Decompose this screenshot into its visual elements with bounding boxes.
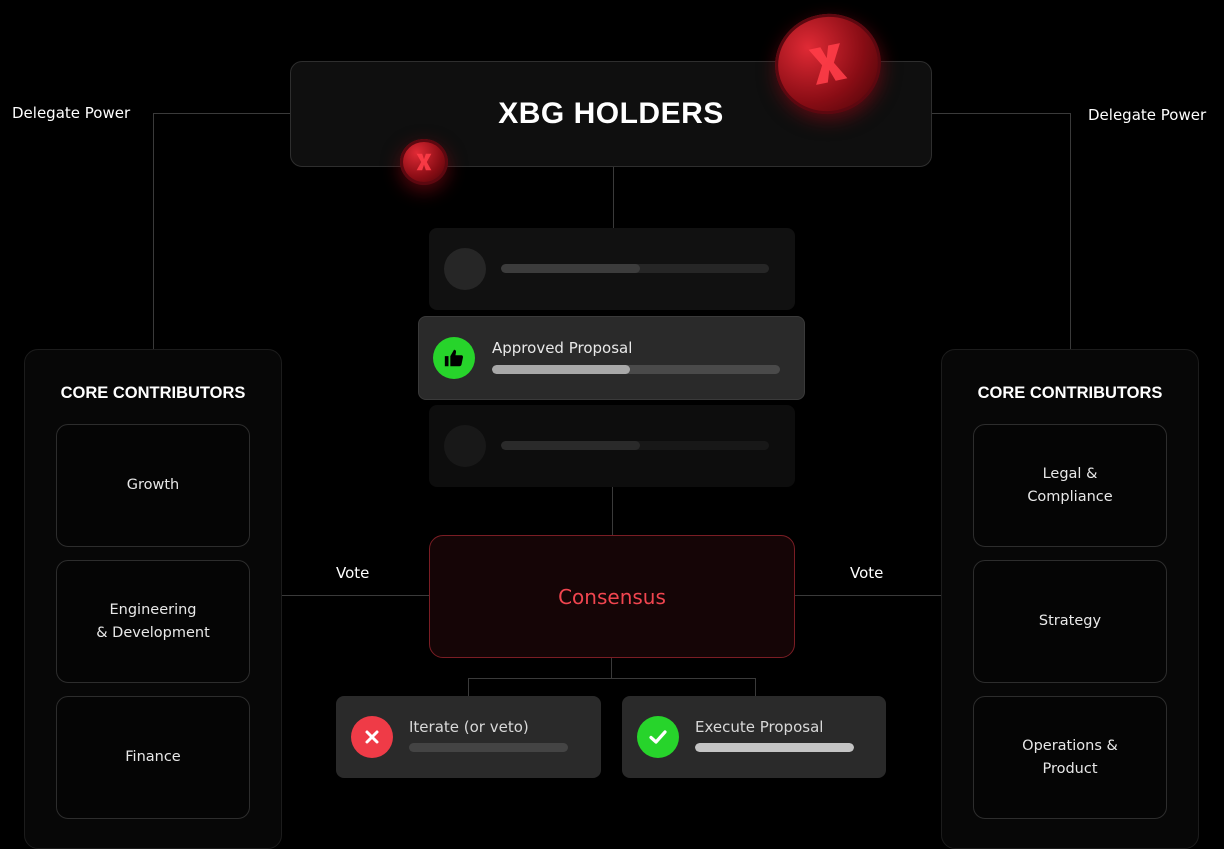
iterate-card: Iterate (or veto) — [336, 696, 601, 778]
avatar-placeholder — [444, 248, 486, 290]
progress-fill — [501, 264, 641, 273]
execute-card: Execute Proposal — [622, 696, 886, 778]
approved-proposal-progress-bar — [492, 365, 780, 374]
dept-growth: Growth — [56, 424, 250, 547]
approved-proposal-card: Approved Proposal — [418, 316, 805, 400]
placeholder-progress-bar — [501, 441, 769, 450]
connector-holders-down — [613, 167, 614, 228]
connector-consensus-down — [611, 658, 612, 678]
panel-title: CORE CONTRIBUTORS — [977, 384, 1163, 402]
connector-branch-horizontal — [468, 678, 756, 679]
delegate-power-left-label: Delegate Power — [12, 104, 131, 122]
connector-right-top — [932, 113, 1071, 114]
connector-vote-right — [795, 595, 941, 596]
xbg-coin-small-icon — [400, 139, 448, 185]
dept-strategy: Strategy — [973, 560, 1167, 683]
avatar-placeholder — [444, 425, 486, 467]
vote-left-label: Vote — [336, 564, 370, 582]
dept-engineering: Engineering & Development — [56, 560, 250, 683]
core-contributors-left-panel: CORE CONTRIBUTORS Growth Engineering & D… — [24, 349, 282, 849]
proposal-placeholder-top — [429, 228, 795, 310]
check-icon — [637, 716, 679, 758]
consensus-box: Consensus — [429, 535, 795, 658]
progress-fill — [695, 743, 854, 752]
connector-proposals-consensus — [612, 487, 613, 535]
thumbs-up-icon — [433, 337, 475, 379]
vote-right-label: Vote — [850, 564, 884, 582]
connector-branch-right — [755, 678, 756, 696]
connector-left-top — [153, 113, 290, 114]
dept-operations: Operations & Product — [973, 696, 1167, 819]
consensus-label: Consensus — [558, 584, 666, 609]
placeholder-progress-bar — [501, 264, 769, 273]
iterate-label: Iterate (or veto) — [409, 718, 529, 736]
connector-branch-left — [468, 678, 469, 696]
proposal-placeholder-bottom — [429, 405, 795, 487]
progress-fill — [501, 441, 641, 450]
iterate-progress-bar — [409, 743, 568, 752]
connector-left-vertical — [153, 113, 154, 350]
execute-label: Execute Proposal — [695, 718, 824, 736]
holders-title: XBG HOLDERS — [498, 97, 724, 130]
progress-fill — [492, 365, 631, 374]
panel-title: CORE CONTRIBUTORS — [60, 384, 246, 402]
connector-right-vertical — [1070, 113, 1071, 350]
x-icon — [351, 716, 393, 758]
dept-finance: Finance — [56, 696, 250, 819]
delegate-power-right-label: Delegate Power — [1088, 106, 1207, 124]
approved-proposal-label: Approved Proposal — [492, 339, 633, 357]
dept-legal: Legal & Compliance — [973, 424, 1167, 547]
connector-vote-left — [282, 595, 429, 596]
core-contributors-right-panel: CORE CONTRIBUTORS Legal & Compliance Str… — [941, 349, 1199, 849]
execute-progress-bar — [695, 743, 854, 752]
